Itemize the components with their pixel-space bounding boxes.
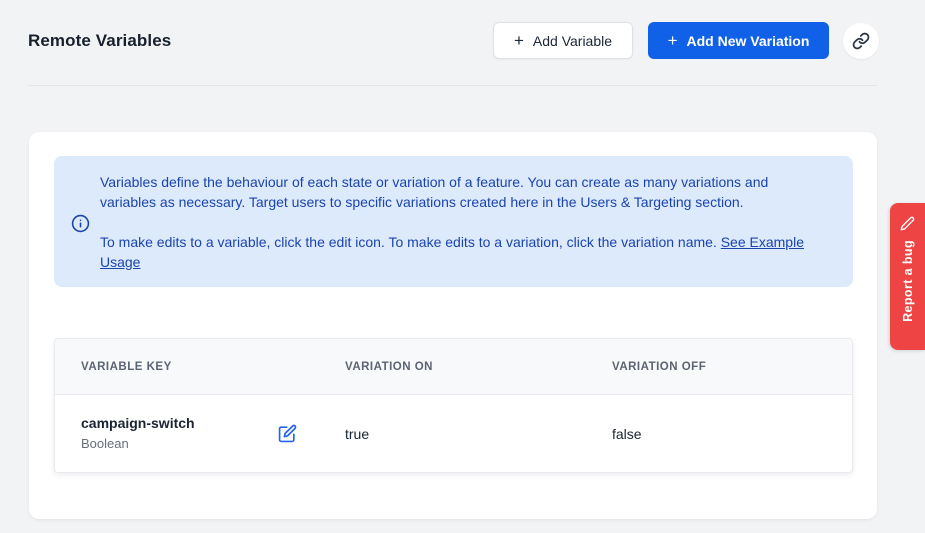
add-new-variation-label: Add New Variation: [687, 33, 810, 49]
screen: Remote Variables + Add Variable + Add Ne…: [0, 0, 925, 533]
plus-icon: +: [514, 32, 524, 49]
plus-icon: +: [668, 32, 678, 49]
edit-variable-button[interactable]: [278, 424, 297, 443]
info-paragraph-2-text: To make edits to a variable, click the e…: [100, 234, 717, 250]
table-row: campaign-switch Boolean true false: [55, 395, 852, 472]
info-paragraph-1: Variables define the behaviour of each s…: [100, 172, 827, 212]
header-divider: [28, 85, 877, 86]
edit-icon: [278, 424, 297, 443]
add-variable-button[interactable]: + Add Variable: [493, 22, 633, 59]
info-banner: Variables define the behaviour of each s…: [54, 156, 853, 287]
table-header-row: VARIABLE KEY VARIATION ON VARIATION OFF: [55, 339, 852, 395]
variation-off-value: false: [612, 426, 852, 442]
variables-table: VARIABLE KEY VARIATION ON VARIATION OFF …: [54, 338, 853, 473]
column-header-variation-off: VARIATION OFF: [612, 361, 852, 373]
variable-key-cell: campaign-switch Boolean: [81, 414, 345, 453]
info-paragraph-2: To make edits to a variable, click the e…: [100, 232, 827, 272]
variation-on-value: true: [345, 426, 612, 442]
add-variable-label: Add Variable: [533, 33, 612, 49]
report-a-bug-tab[interactable]: Report a bug: [890, 203, 925, 350]
copy-link-button[interactable]: [843, 23, 879, 59]
column-header-variable-key: VARIABLE KEY: [81, 361, 345, 373]
info-banner-text: Variables define the behaviour of each s…: [100, 172, 827, 272]
column-header-variation-on: VARIATION ON: [345, 361, 612, 373]
pencil-icon: [900, 216, 915, 231]
link-icon: [852, 32, 870, 50]
add-new-variation-button[interactable]: + Add New Variation: [648, 22, 829, 59]
page-title: Remote Variables: [28, 31, 171, 51]
info-icon: [71, 214, 90, 233]
variable-type: Boolean: [81, 434, 195, 453]
report-a-bug-label: Report a bug: [901, 240, 915, 322]
variable-key-block: campaign-switch Boolean: [81, 414, 195, 453]
variable-key-name: campaign-switch: [81, 414, 195, 433]
content-card: Variables define the behaviour of each s…: [29, 132, 877, 519]
